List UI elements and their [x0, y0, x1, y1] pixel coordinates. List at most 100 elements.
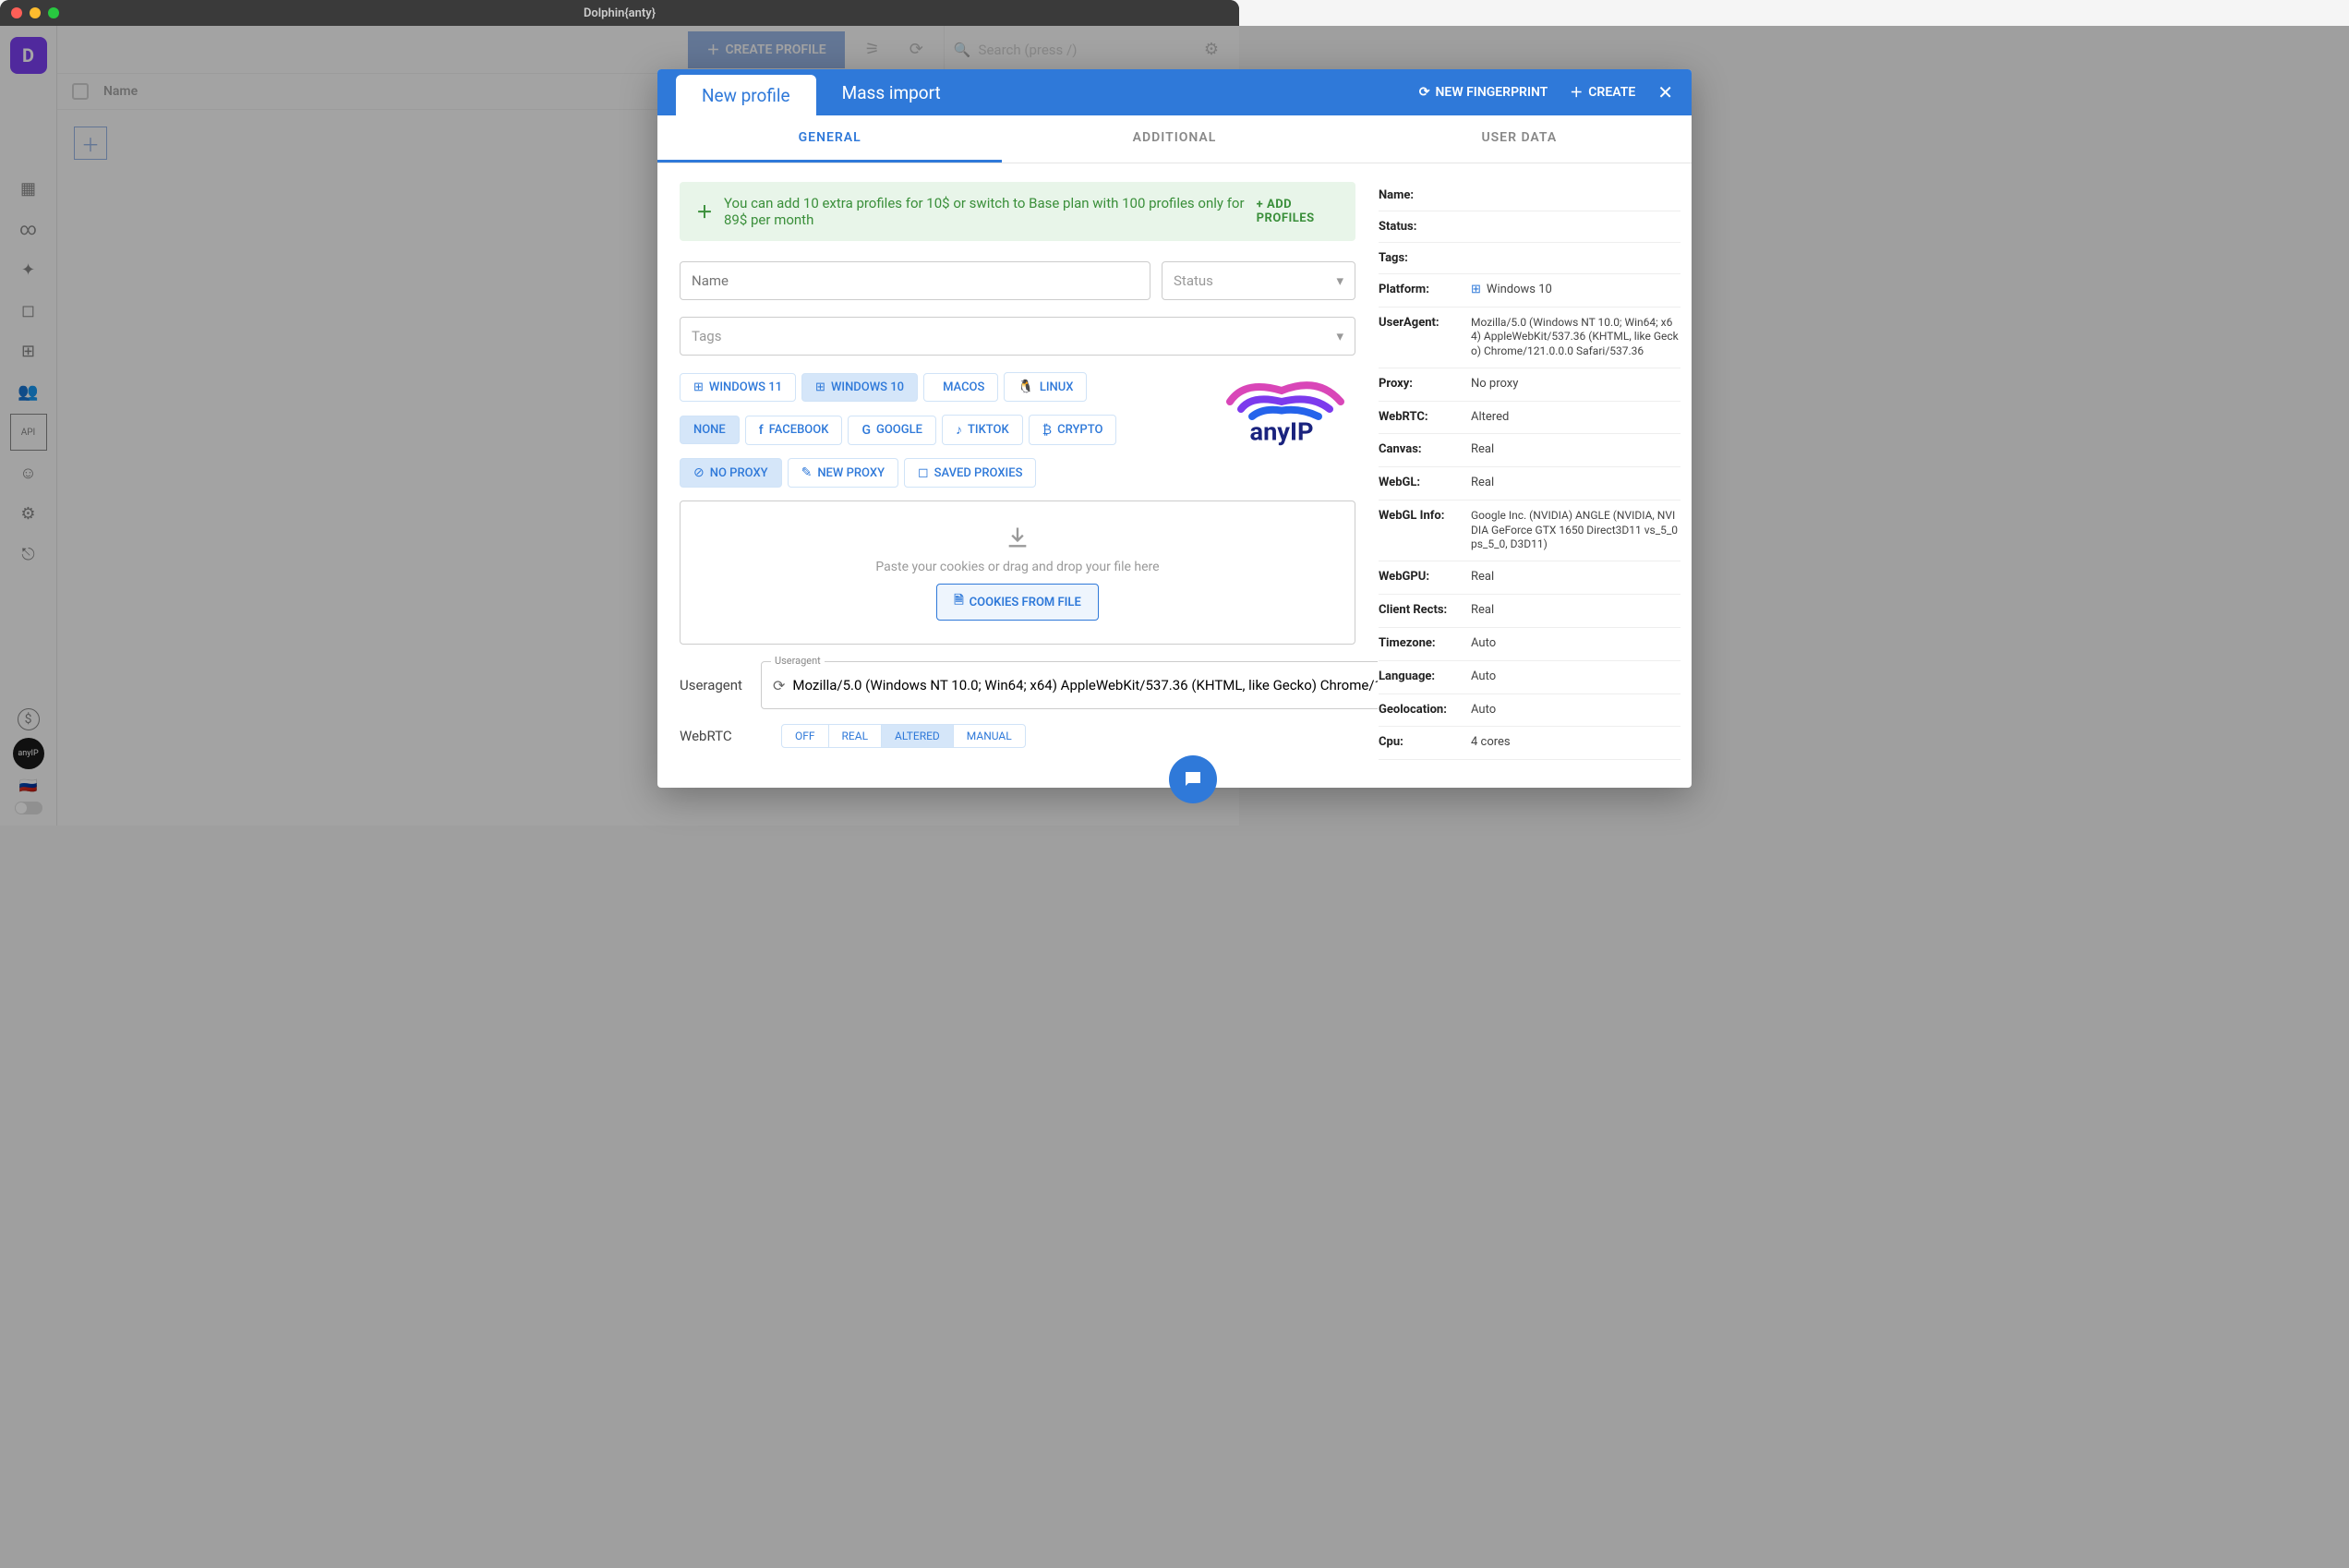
google-icon: G — [861, 423, 871, 438]
site-chip-crypto[interactable]: ₿CRYPTO — [1029, 415, 1117, 445]
chip-label: NO PROXY — [710, 466, 768, 480]
useragent-value[interactable]: Mozilla/5.0 (Windows NT 10.0; Win64; x64… — [792, 677, 1378, 694]
summary-status-label: Status: — [1379, 220, 1471, 234]
summary-geolocation-value: Auto — [1471, 703, 1680, 718]
subtab-general[interactable]: GENERAL — [657, 115, 1002, 163]
useragent-field[interactable]: Useragent ⟳ Mozilla/5.0 (Windows NT 10.0… — [761, 661, 1378, 709]
window-minimize-icon[interactable] — [30, 7, 41, 18]
summary-geolocation-label: Geolocation: — [1379, 703, 1471, 718]
anyip-logo: anyIP — [1208, 372, 1355, 446]
chip-label: MACOS — [943, 380, 984, 394]
webrtc-altered[interactable]: ALTERED — [882, 725, 954, 747]
summary-useragent-label: UserAgent: — [1379, 316, 1471, 359]
summary-timezone-value: Auto — [1471, 636, 1680, 652]
summary-platform-label: Platform: — [1379, 283, 1471, 298]
cookie-dropzone[interactable]: Paste your cookies or drag and drop your… — [680, 501, 1355, 645]
summary-canvas-label: Canvas: — [1379, 442, 1471, 458]
subtab-additional[interactable]: ADDITIONAL — [1002, 115, 1346, 163]
site-chip-facebook[interactable]: fFACEBOOK — [745, 416, 843, 445]
refresh-icon: ⟳ — [1419, 85, 1430, 100]
file-icon: 🗎 — [954, 592, 963, 612]
summary-language-value: Auto — [1471, 669, 1680, 685]
useragent-legend: Useragent — [771, 655, 825, 667]
webrtc-manual[interactable]: MANUAL — [954, 725, 1025, 747]
os-chip-windows11[interactable]: ⊞WINDOWS 11 — [680, 373, 796, 402]
refresh-icon[interactable]: ⟳ — [773, 677, 785, 694]
useragent-label: Useragent — [680, 677, 742, 694]
create-button[interactable]: ＋ CREATE — [1570, 83, 1635, 102]
summary-webgpu-value: Real — [1471, 570, 1680, 585]
windows-icon: ⊞ — [815, 380, 825, 394]
proxy-chip-no-proxy[interactable]: ⊘ NO PROXY — [680, 458, 782, 488]
new-fingerprint-button[interactable]: ⟳ NEW FINGERPRINT — [1419, 85, 1548, 100]
chip-label: TIKTOK — [968, 423, 1009, 437]
summary-webrtc-value: Altered — [1471, 410, 1680, 426]
status-placeholder: Status — [1174, 272, 1213, 289]
bookmark-icon: ◻ — [918, 465, 929, 480]
add-profiles-link[interactable]: + ADD PROFILES — [1257, 198, 1339, 225]
webrtc-real[interactable]: REAL — [829, 725, 883, 747]
summary-cpu-value: 4 cores — [1471, 735, 1680, 751]
tags-placeholder: Tags — [692, 328, 721, 344]
window-title: Dolphin{anty} — [584, 6, 656, 20]
site-chip-none[interactable]: NONE — [680, 416, 740, 444]
banner-text: You can add 10 extra profiles for 10$ or… — [724, 195, 1246, 228]
proxy-chip-new-proxy[interactable]: ✎NEW PROXY — [788, 458, 898, 488]
summary-clientrects-label: Client Rects: — [1379, 603, 1471, 619]
summary-proxy-label: Proxy: — [1379, 377, 1471, 392]
summary-canvas-value: Real — [1471, 442, 1680, 458]
summary-status-value — [1471, 220, 1680, 234]
summary-cpu-label: Cpu: — [1379, 735, 1471, 751]
chat-bubble-button[interactable] — [1169, 755, 1217, 803]
site-chip-google[interactable]: G GOOGLE — [848, 416, 936, 445]
cookies-from-file-button[interactable]: 🗎 COOKIES FROM FILE — [936, 584, 1099, 621]
chip-label: NEW PROXY — [817, 466, 885, 480]
tab-mass-import[interactable]: Mass import — [816, 69, 967, 115]
linux-icon: 🐧 — [1018, 380, 1033, 394]
windows-icon: ⊞ — [1471, 283, 1481, 298]
summary-webglinfo-value: Google Inc. (NVIDIA) ANGLE (NVIDIA, NVID… — [1471, 509, 1680, 552]
ban-icon: ⊘ — [693, 465, 705, 480]
os-chip-windows10[interactable]: ⊞ WINDOWS 10 — [801, 373, 918, 402]
create-label: CREATE — [1588, 85, 1635, 100]
summary-panel: Name: Status: Tags: Platform:⊞Windows 10… — [1378, 163, 1692, 788]
os-chip-macos[interactable]: MACOS — [923, 373, 998, 402]
new-profile-modal: New profile Mass import ⟳ NEW FINGERPRIN… — [657, 69, 1692, 788]
summary-platform-value: ⊞Windows 10 — [1471, 283, 1680, 298]
window-maximize-icon[interactable] — [48, 7, 59, 18]
site-chip-tiktok[interactable]: ♪ TIKTOK — [942, 415, 1023, 445]
cookie-hint: Paste your cookies or drag and drop your… — [875, 560, 1159, 574]
summary-tags-value — [1471, 251, 1680, 265]
chip-label: SAVED PROXIES — [934, 466, 1023, 480]
summary-webglinfo-label: WebGL Info: — [1379, 509, 1471, 552]
chip-label: FACEBOOK — [769, 423, 829, 437]
os-chip-linux[interactable]: 🐧LINUX — [1004, 372, 1087, 402]
subtab-user-data[interactable]: USER DATA — [1347, 115, 1692, 163]
proxy-chip-saved-proxies[interactable]: ◻ SAVED PROXIES — [904, 458, 1036, 488]
tags-select[interactable]: Tags ▾ — [680, 317, 1355, 356]
titlebar: Dolphin{anty} — [0, 0, 1239, 26]
summary-clientrects-value: Real — [1471, 603, 1680, 619]
bitcoin-icon: ₿ — [1042, 422, 1052, 438]
chevron-down-icon: ▾ — [1336, 272, 1343, 289]
summary-timezone-label: Timezone: — [1379, 636, 1471, 652]
plus-icon: ＋ — [696, 199, 713, 223]
summary-webgl-label: WebGL: — [1379, 476, 1471, 491]
chip-label: GOOGLE — [876, 423, 922, 437]
cookie-btn-label: COOKIES FROM FILE — [970, 596, 1081, 609]
name-input[interactable] — [680, 261, 1150, 300]
webrtc-label: WebRTC — [680, 728, 763, 744]
summary-name-value — [1471, 188, 1680, 202]
summary-proxy-value: No proxy — [1471, 377, 1680, 392]
upgrade-banner: ＋ You can add 10 extra profiles for 10$ … — [680, 182, 1355, 241]
tiktok-icon: ♪ — [956, 422, 962, 438]
chevron-down-icon: ▾ — [1336, 328, 1343, 344]
close-modal-button[interactable]: ✕ — [1657, 81, 1673, 103]
webrtc-off[interactable]: OFF — [782, 725, 829, 747]
summary-language-label: Language: — [1379, 669, 1471, 685]
chip-label: WINDOWS 10 — [831, 380, 904, 394]
status-select[interactable]: Status ▾ — [1162, 261, 1355, 300]
summary-name-label: Name: — [1379, 188, 1471, 202]
window-close-icon[interactable] — [11, 7, 22, 18]
tab-new-profile[interactable]: New profile — [676, 75, 816, 115]
